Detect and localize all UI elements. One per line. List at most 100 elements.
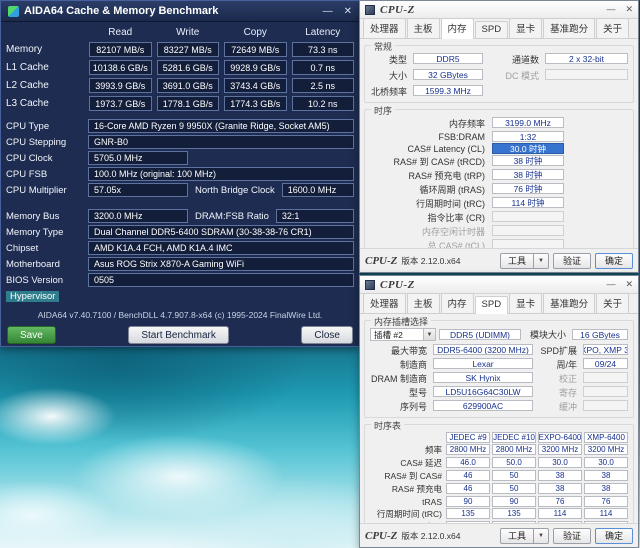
close-icon[interactable]: ✕ xyxy=(625,4,633,15)
timings-grid: 内存频率 3199.0 MHz FSB:DRAM 1:32 CAS# Laten… xyxy=(370,117,628,266)
trc-row-label: 行周期时间 (tRC) xyxy=(370,508,444,520)
dram-frequency-label: 内存频率 xyxy=(370,117,488,130)
frequency-row-label: 频率 xyxy=(370,444,444,456)
tras-value: 90 xyxy=(492,496,536,507)
slot-selection-groupbox: 内存插槽选择 插槽 #2 ▼ DDR5 (UDIMM) 模块大小 16 GByt… xyxy=(364,320,634,418)
north-bridge-clock-value: 1600.0 MHz xyxy=(282,183,354,197)
tab-graphics[interactable]: 显卡 xyxy=(509,18,542,38)
cpuz-footer-bar: CPU-Z 版本 2.12.0.x64 工具 ▼ 验证 确定 xyxy=(360,523,638,547)
cpuz-title-bar[interactable]: CPU-Z — ✕ xyxy=(360,276,638,294)
dram-manuf-field: SK Hynix xyxy=(433,372,533,383)
minimize-icon[interactable]: — xyxy=(606,4,615,15)
type-field: DDR5 xyxy=(413,53,483,64)
close-icon[interactable]: ✕ xyxy=(344,6,352,17)
trc-value: 114 xyxy=(538,508,582,519)
info-row-cpu-stepping: CPU Stepping GNR-B0 xyxy=(6,135,354,149)
validate-button[interactable]: 验证 xyxy=(553,528,591,544)
cpuz-tab-bar: 处理器 主板 内存 SPD 显卡 基准跑分 关于 xyxy=(360,294,638,314)
tab-about[interactable]: 关于 xyxy=(596,18,629,38)
slot-select-dropdown[interactable]: 插槽 #2 ▼ xyxy=(370,328,436,341)
tab-bench[interactable]: 基准跑分 xyxy=(543,293,595,313)
l3-latency-value: 10.2 ns xyxy=(292,96,355,111)
tab-about[interactable]: 关于 xyxy=(596,293,629,313)
dram-fsb-ratio-value: 32:1 xyxy=(276,209,354,223)
aida64-window-title: AIDA64 Cache & Memory Benchmark xyxy=(24,5,318,17)
tab-bench[interactable]: 基准跑分 xyxy=(543,18,595,38)
cpuz-version-text: 版本 2.12.0.x64 xyxy=(401,255,460,267)
ok-button[interactable]: 确定 xyxy=(595,528,633,544)
memory-copy-value: 72649 MB/s xyxy=(224,42,287,57)
save-button[interactable]: Save xyxy=(7,326,56,344)
module-size-field: 16 GBytes xyxy=(572,329,628,340)
cas-value: 30.0 xyxy=(538,457,582,468)
type-label: 类型 xyxy=(370,53,410,66)
l1-copy-value: 9928.9 GB/s xyxy=(224,60,287,75)
info-row-cpu-clock: CPU Clock 5705.0 MHz xyxy=(6,151,354,165)
dc-mode-field xyxy=(545,69,628,80)
tab-cpu[interactable]: 处理器 xyxy=(363,293,406,313)
column-header-copy: Copy xyxy=(224,27,287,39)
info-row-cpu-fsb: CPU FSB 100.0 MHz (original: 100 MHz) xyxy=(6,167,354,181)
close-icon[interactable]: ✕ xyxy=(625,279,633,290)
trc-value: 135 xyxy=(492,508,536,519)
cas-value: 46.0 xyxy=(446,457,490,468)
minimize-icon[interactable]: — xyxy=(323,6,333,17)
cas-latency-field: 30.0 时钟 xyxy=(492,143,564,154)
tab-graphics[interactable]: 显卡 xyxy=(509,293,542,313)
validate-button[interactable]: 验证 xyxy=(553,253,591,269)
tras-value: 90 xyxy=(446,496,490,507)
tools-button-label: 工具 xyxy=(501,254,533,268)
cpu-clock-label: CPU Clock xyxy=(6,153,88,164)
max-bandwidth-label: 最大带宽 xyxy=(370,344,430,357)
chevron-down-icon[interactable]: ▼ xyxy=(533,529,548,543)
hypervisor-label[interactable]: Hypervisor xyxy=(6,291,59,302)
row-label-l2: L2 Cache xyxy=(6,80,84,91)
cpuz-title-bar[interactable]: CPU-Z — ✕ xyxy=(360,1,638,19)
tab-mainboard[interactable]: 主板 xyxy=(407,293,440,313)
dram-frequency-field: 3199.0 MHz xyxy=(492,117,564,128)
trp-value: 38 xyxy=(538,483,582,494)
chevron-down-icon[interactable]: ▼ xyxy=(533,254,548,268)
info-row-motherboard: Motherboard Asus ROG Strix X870-A Gaming… xyxy=(6,257,354,271)
aida64-body: Read Write Copy Latency Memory 82107 MB/… xyxy=(1,22,359,344)
chevron-down-icon[interactable]: ▼ xyxy=(423,329,435,340)
cas-latency-label: CAS# Latency (CL) xyxy=(370,144,488,154)
ok-button[interactable]: 确定 xyxy=(595,253,633,269)
trp-label: RAS# 预充电 (tRP) xyxy=(370,169,488,182)
general-groupbox-label: 常规 xyxy=(371,40,395,53)
tab-spd[interactable]: SPD xyxy=(475,296,509,314)
tools-button[interactable]: 工具 ▼ xyxy=(500,253,549,269)
tab-spd[interactable]: SPD xyxy=(475,21,509,38)
chipset-value: AMD K1A.4 FCH, AMD K1A.4 IMC xyxy=(88,241,354,255)
cpu-multiplier-label: CPU Multiplier xyxy=(6,185,88,196)
tools-button[interactable]: 工具 ▼ xyxy=(500,528,549,544)
general-grid: 类型 DDR5 通道数 2 x 32-bit 大小 32 GBytes DC 模… xyxy=(370,53,628,98)
aida64-title-bar[interactable]: AIDA64 Cache & Memory Benchmark — ✕ xyxy=(1,1,359,22)
frequency-value: 2800 MHz xyxy=(446,444,490,455)
cpuz-window-title: CPU-Z xyxy=(380,4,601,16)
tab-memory[interactable]: 内存 xyxy=(441,18,474,39)
spacer xyxy=(545,85,628,98)
tab-memory[interactable]: 内存 xyxy=(441,293,474,313)
close-button[interactable]: Close xyxy=(301,326,353,344)
cpu-stepping-value: GNR-B0 xyxy=(88,135,354,149)
info-row-memory-type: Memory Type Dual Channel DDR5-6400 SDRAM… xyxy=(6,225,354,239)
bios-version-value: 0505 xyxy=(88,273,354,287)
trc-field: 114 时钟 xyxy=(492,197,564,208)
trc-label: 行周期时间 (tRC) xyxy=(370,197,488,210)
start-benchmark-button[interactable]: Start Benchmark xyxy=(128,326,228,344)
tras-row-label: tRAS xyxy=(370,497,444,507)
minimize-icon[interactable]: — xyxy=(606,279,615,290)
memory-type-label: Memory Type xyxy=(6,227,88,238)
dram-idle-timer-label: 内存空闲计时器 xyxy=(370,225,488,238)
trcd-field: 38 时钟 xyxy=(492,155,564,166)
trc-value: 114 xyxy=(584,508,628,519)
tab-cpu[interactable]: 处理器 xyxy=(363,18,406,38)
corner-cell xyxy=(6,33,84,34)
aida64-window: AIDA64 Cache & Memory Benchmark — ✕ Read… xyxy=(0,0,360,347)
tab-mainboard[interactable]: 主板 xyxy=(407,18,440,38)
column-header-latency: Latency xyxy=(292,27,355,39)
col-header-expo: EXPO-6400 xyxy=(538,432,582,443)
memory-type-value: Dual Channel DDR5-6400 SDRAM (30-38-38-7… xyxy=(88,225,354,239)
timings-groupbox-label: 时序 xyxy=(371,104,395,117)
